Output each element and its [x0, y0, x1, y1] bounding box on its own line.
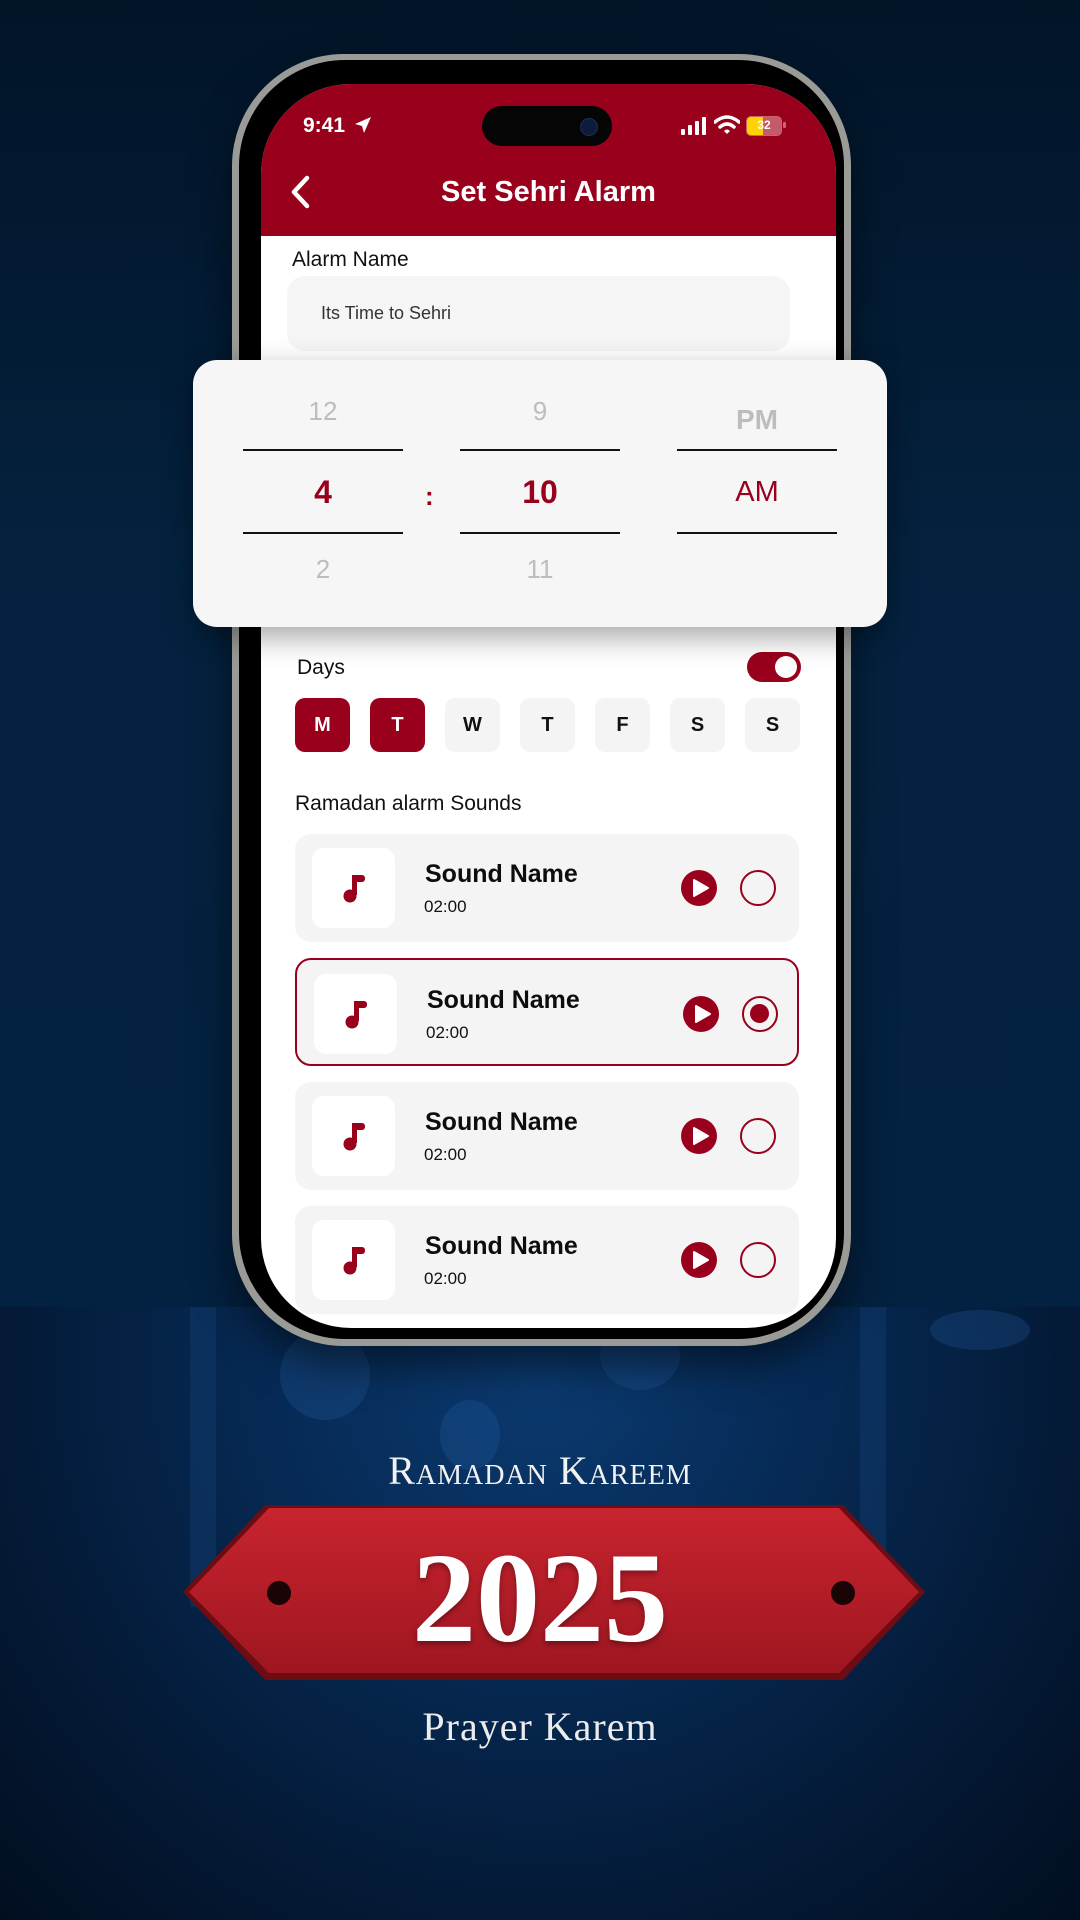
promo-headline: Ramadan Kareem [388, 1448, 692, 1493]
divider [677, 449, 837, 451]
period-wheel[interactable]: PM AM [677, 360, 837, 627]
sounds-label: Ramadan alarm Sounds [295, 792, 522, 815]
sound-thumbnail [312, 1096, 395, 1176]
music-note-icon [345, 1001, 367, 1029]
day-chip[interactable]: M [295, 698, 350, 752]
sound-thumbnail [312, 848, 395, 928]
camera-icon [580, 118, 598, 136]
day-chip[interactable]: S [745, 698, 800, 752]
divider [243, 449, 403, 451]
divider [243, 532, 403, 534]
promo-year: 2025 [412, 1527, 668, 1669]
location-arrow-icon [355, 117, 371, 133]
days-toggle[interactable] [747, 652, 801, 682]
day-chip[interactable]: F [595, 698, 650, 752]
sound-name: Sound Name [427, 986, 580, 1014]
play-icon[interactable] [681, 1118, 717, 1154]
music-note-icon [343, 875, 365, 903]
sound-card[interactable]: Sound Name 02:00 [295, 1082, 799, 1190]
period-prev[interactable]: PM [677, 404, 837, 436]
sound-card[interactable]: Sound Name 02:00 [295, 958, 799, 1066]
sound-duration: 02:00 [424, 897, 467, 916]
page-title: Set Sehri Alarm [441, 176, 656, 208]
battery-tip [783, 122, 786, 128]
cellular-signal-icon [681, 117, 706, 135]
sound-radio[interactable] [740, 870, 776, 906]
battery-icon: 32 [746, 116, 782, 136]
alarm-name-input[interactable] [287, 276, 790, 351]
sound-name: Sound Name [425, 1108, 578, 1136]
app-header: 9:41 32 Set Sehri Alarm [261, 84, 836, 236]
hour-prev[interactable]: 12 [243, 396, 403, 427]
sound-radio[interactable] [740, 1118, 776, 1154]
wifi-icon [714, 115, 740, 134]
minute-selected[interactable]: 10 [460, 474, 620, 511]
days-label: Days [297, 656, 345, 679]
hour-next[interactable]: 2 [243, 554, 403, 585]
minute-next[interactable]: 11 [460, 554, 620, 585]
phone-bezel: 9:41 32 Set Sehri Alarm Alarm Name Days [239, 60, 844, 1339]
time-separator: : [425, 481, 434, 511]
minute-prev[interactable]: 9 [460, 396, 620, 427]
hour-wheel[interactable]: 12 4 2 [243, 360, 403, 627]
battery-level: 32 [757, 118, 771, 132]
time-picker: 12 4 2 : 9 10 11 PM AM [193, 360, 887, 627]
day-chip[interactable]: T [520, 698, 575, 752]
period-selected[interactable]: AM [677, 476, 837, 509]
divider [677, 532, 837, 534]
sound-card[interactable]: Sound Name 02:00 [295, 1206, 799, 1314]
music-note-icon [343, 1123, 365, 1151]
minute-wheel[interactable]: 9 10 11 [460, 360, 620, 627]
phone-frame: 9:41 32 Set Sehri Alarm Alarm Name Days [232, 54, 851, 1346]
play-icon[interactable] [681, 1242, 717, 1278]
toggle-knob [775, 656, 797, 678]
sound-thumbnail [314, 974, 397, 1054]
status-time: 9:41 [303, 114, 346, 137]
sound-radio[interactable] [742, 996, 778, 1032]
app-screen: 9:41 32 Set Sehri Alarm Alarm Name Days [261, 84, 836, 1328]
sound-duration: 02:00 [424, 1269, 467, 1288]
promo-tagline: Prayer Karem [422, 1704, 658, 1749]
sound-name: Sound Name [425, 860, 578, 888]
hour-selected[interactable]: 4 [243, 474, 403, 511]
dynamic-island [482, 106, 612, 146]
day-chip[interactable]: S [670, 698, 725, 752]
divider [460, 449, 620, 451]
day-chip[interactable]: W [445, 698, 500, 752]
sound-radio[interactable] [740, 1242, 776, 1278]
alarm-name-label: Alarm Name [292, 248, 409, 271]
day-chip[interactable]: T [370, 698, 425, 752]
music-note-icon [343, 1247, 365, 1275]
sound-duration: 02:00 [426, 1023, 469, 1042]
sound-card[interactable]: Sound Name 02:00 [295, 834, 799, 942]
decor-orb [930, 1310, 1030, 1350]
play-icon[interactable] [681, 870, 717, 906]
sound-thumbnail [312, 1220, 395, 1300]
play-icon[interactable] [683, 996, 719, 1032]
sound-duration: 02:00 [424, 1145, 467, 1164]
sound-name: Sound Name [425, 1232, 578, 1260]
divider [460, 532, 620, 534]
